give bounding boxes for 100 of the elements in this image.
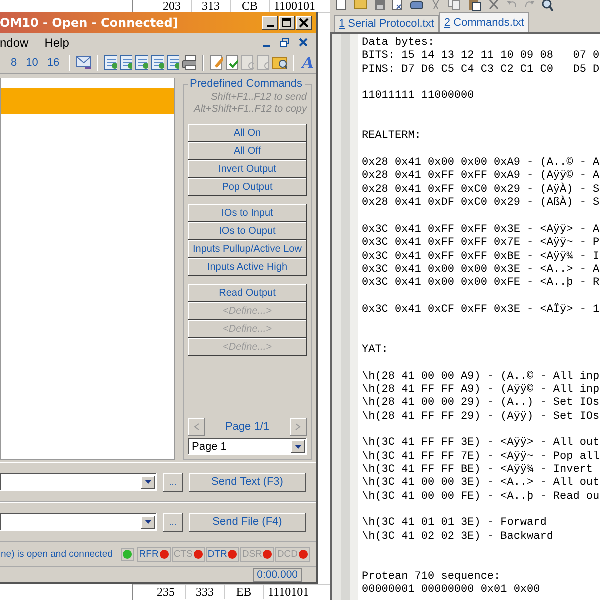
- restore-icon[interactable]: [280, 38, 290, 48]
- code-line: 0x3C 0x41 0xFF 0xFF 0x3E - <Aÿÿ> - A: [362, 224, 600, 238]
- code-line: BITS: 15 14 13 12 11 10 09 08 07 0: [362, 50, 600, 64]
- signal-label: DCD: [277, 548, 298, 560]
- maximize-icon: [282, 18, 292, 28]
- document-icon[interactable]: [120, 54, 132, 70]
- code-line: REALTERM:: [362, 130, 422, 144]
- code-line: 0x28 0x41 0xFF 0xFF 0xA9 - (Aÿÿ© - A: [362, 170, 600, 182]
- close-file-icon[interactable]: [392, 0, 404, 12]
- code-line: 0x3C 0x41 0xCF 0xFF 0x3E - <AÏÿ> - 1: [362, 304, 600, 318]
- folder-icon[interactable]: [354, 0, 368, 12]
- code-line: \h(3C 41 FF FF BE) - <Aÿÿ¾ - Invert: [362, 464, 594, 477]
- timer-display: 0:00.000: [253, 568, 302, 582]
- code-line: 11011111 11000000: [362, 90, 476, 104]
- command-button[interactable]: Invert Output: [188, 160, 307, 178]
- code-line: PINS: D7 D6 C5 C4 C3 C2 C1 C0 D5 D: [362, 64, 600, 78]
- code-line: \h(28 41 FF FF 29) - (Aÿÿ) - Set IOs: [362, 410, 600, 424]
- browse-button[interactable]: ...: [163, 472, 183, 492]
- command-button[interactable]: Read Output: [188, 284, 307, 302]
- document-icon[interactable]: [135, 54, 148, 70]
- send-text-dropdown[interactable]: [0, 473, 157, 491]
- code-line: Data bytes:: [362, 37, 436, 50]
- paste-icon[interactable]: [468, 0, 482, 12]
- code-line: 0x28 0x41 0xFF 0xC0 0x29 - (AÿÀ) - S: [362, 184, 600, 196]
- status-message: ne) is open and connected: [1, 548, 113, 560]
- signal-label: RFR: [139, 548, 159, 560]
- copy-icon[interactable]: [448, 0, 462, 12]
- page-label: Page 1/1: [225, 421, 270, 433]
- panel-title: Predefined Commands: [189, 78, 304, 90]
- command-button[interactable]: Inputs Pullup/Active Low: [188, 240, 307, 258]
- hint-text: Alt+Shift+F1..F12 to copy: [192, 104, 307, 116]
- code-line: 0x3C 0x41 0x00 0x00 0xFE - <A..þ - R: [362, 277, 600, 291]
- close-icon[interactable]: [299, 38, 308, 47]
- search-icon[interactable]: [542, 0, 554, 12]
- code-line: \h(28 41 00 00 29) - (A..) - Set IOs: [362, 397, 600, 411]
- sheet-cell: 333: [186, 585, 225, 599]
- menu-item[interactable]: ndow: [0, 36, 29, 50]
- menu-item[interactable]: Help: [44, 36, 70, 50]
- code-line: YAT:: [362, 344, 390, 358]
- chevron-right-icon: [295, 423, 302, 431]
- code-line: 0x28 0x41 0x00 0x00 0xA9 - (A..© - A: [362, 157, 600, 170]
- chevron-left-icon: [194, 423, 200, 431]
- document-icon[interactable]: [151, 54, 164, 70]
- delete-icon[interactable]: [488, 0, 500, 12]
- folder-search-icon[interactable]: [272, 54, 287, 70]
- command-button[interactable]: Pop Output: [188, 178, 307, 196]
- code-line: \h(3C 41 FF FF 7E) - <Aÿÿ~ - Pop all: [362, 450, 600, 464]
- caret-icon: [294, 444, 302, 448]
- code-line: Protean 710 sequence:: [362, 570, 502, 584]
- command-button[interactable]: IOs to Input: [188, 204, 307, 222]
- code-line: \h(28 41 00 00 A9) - (A..© - All inp: [362, 370, 600, 384]
- checked-document-icon[interactable]: [226, 54, 238, 70]
- code-line: 0x3C 0x41 0xFF 0xFF 0xBE - <Aÿÿ¾ - I: [362, 250, 600, 264]
- code-line: 0x28 0x41 0xDF 0xC0 0x29 - (AßÀ) - S: [362, 197, 600, 210]
- edit-document-icon[interactable]: [210, 54, 223, 70]
- signal-label: DTR: [208, 548, 228, 560]
- envelope-icon[interactable]: [76, 54, 91, 70]
- code-line: 00000001 00000000 0x01 0x00: [362, 584, 542, 598]
- font-button[interactable]: A: [300, 54, 316, 72]
- sheet-cell: EB: [225, 585, 264, 599]
- send-file-dropdown[interactable]: [0, 513, 157, 531]
- send-file-button[interactable]: Send File (F4): [189, 512, 306, 532]
- close-button[interactable]: [296, 16, 312, 30]
- caret-icon: [144, 480, 152, 484]
- window-title: OM10 - Open - Connected]: [0, 16, 178, 30]
- code-line: 0x3C 0x41 0xFF 0xFF 0x7E - <Aÿÿ~ - P: [362, 237, 600, 250]
- caret-icon: [144, 520, 152, 524]
- code-line: \h(3C 41 01 01 3E) - Forward: [362, 517, 548, 531]
- minimize-icon: [266, 24, 274, 26]
- command-button[interactable]: Inputs Active High: [188, 258, 307, 276]
- send-text-button[interactable]: Send Text (F3): [189, 472, 306, 492]
- signal-label: CTS: [174, 548, 193, 560]
- command-button[interactable]: All Off: [188, 142, 307, 160]
- command-button[interactable]: IOs to Ouput: [188, 222, 307, 240]
- command-button[interactable]: All On: [188, 124, 307, 142]
- code-line: \h(3C 41 02 02 3E) - Backward: [362, 530, 554, 544]
- previous-page-button[interactable]: [188, 418, 205, 436]
- code-line: \h(28 41 FF FF A9) - (Aÿÿ© - All inp: [362, 384, 600, 397]
- save-icon[interactable]: [374, 0, 386, 12]
- code-line: \h(3C 41 00 00 3E) - <A..> - All out: [362, 477, 600, 491]
- close-icon: [299, 18, 309, 28]
- minimize-button[interactable]: [262, 16, 278, 30]
- radix-button[interactable]: 16: [44, 56, 63, 68]
- radix-button[interactable]: 8: [8, 56, 20, 68]
- signal-label: DSR: [242, 548, 262, 560]
- page-dropdown[interactable]: Page 1: [188, 438, 307, 455]
- maximize-button[interactable]: [279, 16, 295, 30]
- radix-button[interactable]: 10: [23, 56, 42, 68]
- sheet-cell: 235: [147, 585, 186, 599]
- code-line: \h(3C 41 00 00 FE) - <A..þ - Read ou: [362, 490, 600, 504]
- document-icon[interactable]: [104, 54, 117, 70]
- browse-button[interactable]: ...: [163, 512, 183, 532]
- code-line: 0x3C 0x41 0x00 0x00 0x3E - <A..> - A: [362, 264, 600, 277]
- file-tab[interactable]: 1 Serial Protocol.txt: [334, 15, 440, 32]
- file-tab[interactable]: 2 Commands.txt: [439, 12, 530, 32]
- hint-text: Shift+F1..F12 to send: [210, 92, 307, 104]
- document-icon[interactable]: [166, 54, 180, 70]
- next-page-button[interactable]: [290, 418, 307, 436]
- new-file-icon[interactable]: [336, 0, 348, 12]
- code-line: \h(3C 41 FF FF 3E) - <Aÿÿ> - All out: [362, 437, 600, 451]
